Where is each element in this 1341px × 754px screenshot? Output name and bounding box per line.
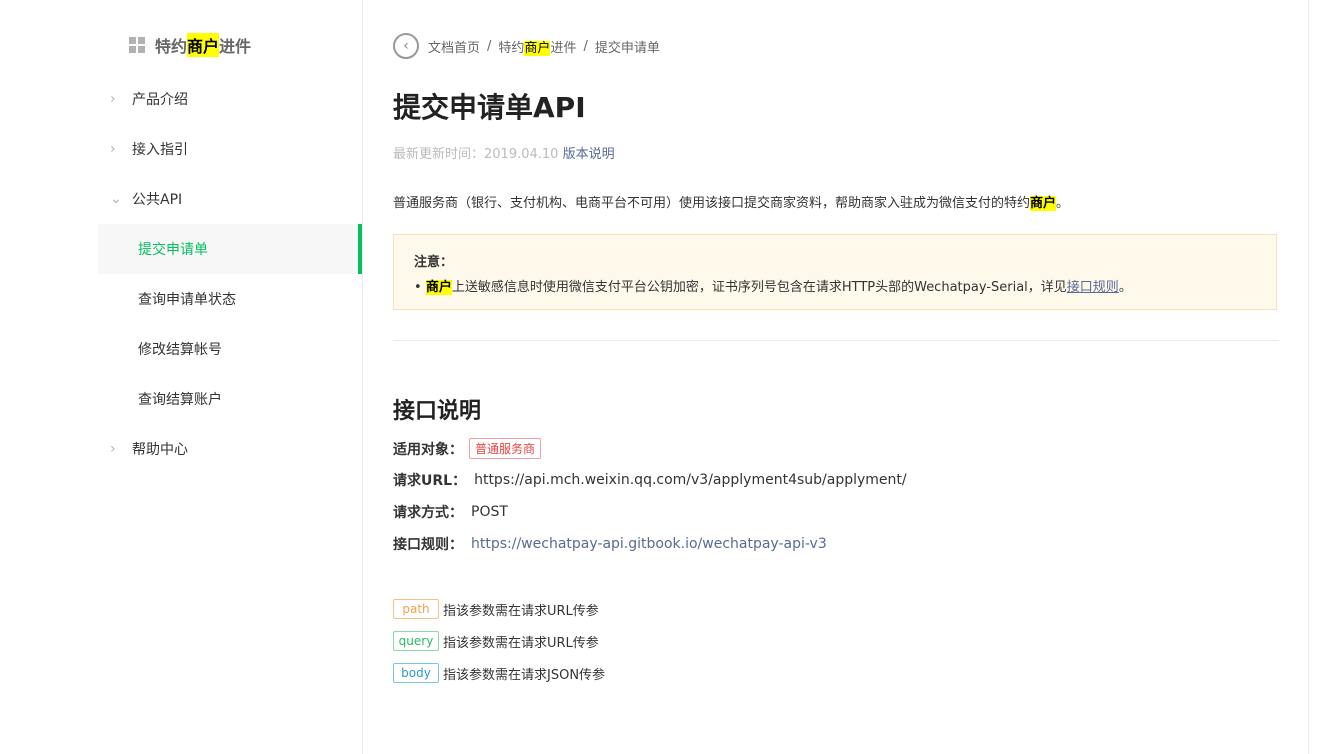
notice-end: 。 <box>1118 280 1132 295</box>
url-row: 请求URL： https://api.mch.weixin.qq.com/v3/… <box>393 470 907 490</box>
param-legend-path: path 指该参数需在请求URL传参 <box>393 599 599 619</box>
rules-label: 接口规则： <box>393 537 463 553</box>
body-tag: body <box>393 663 439 683</box>
param-legend-query: query 指该参数需在请求URL传参 <box>393 631 599 651</box>
sidebar-subitem-query-status[interactable]: 查询申请单状态 <box>98 274 362 324</box>
sidebar-subitem-label: 修改结算帐号 <box>138 342 222 358</box>
rules-row: 接口规则： https://wechatpay-api.gitbook.io/w… <box>393 534 827 554</box>
notice-title: 注意： <box>414 255 454 270</box>
intro-pre: 普通服务商（银行、支付机构、电商平台不可用）使用该接口提交商家资料，帮助商家入驻… <box>393 196 1031 211</box>
brand-pre: 特约 <box>155 37 188 56</box>
breadcrumb-separator: / <box>583 38 588 54</box>
sidebar-item-label: 产品介绍 <box>132 92 188 108</box>
sidebar-subitem-submit-application[interactable]: 提交申请单 <box>98 224 362 274</box>
intro-post: 。 <box>1056 196 1070 211</box>
target-label: 适用对象： <box>393 441 463 458</box>
request-method: POST <box>471 504 508 520</box>
sidebar-subitem-query-settlement[interactable]: 查询结算账户 <box>98 374 362 424</box>
sidebar-item-integration-guide[interactable]: › 接入指引 <box>98 124 362 174</box>
content-right-border <box>1308 0 1309 754</box>
sidebar-subitem-label: 查询申请单状态 <box>138 292 236 308</box>
chevron-right-icon: › <box>110 91 116 107</box>
param-desc: 指该参数需在请求URL传参 <box>443 635 599 651</box>
notice-box: 注意： • 商户上送敏感信息时使用微信支付平台公钥加密，证书序列号包含在请求HT… <box>393 234 1277 310</box>
breadcrumb-section-pre: 特约 <box>498 40 525 56</box>
sidebar-item-label: 公共API <box>132 192 183 208</box>
rules-link[interactable]: https://wechatpay-api.gitbook.io/wechatp… <box>471 536 827 552</box>
back-icon[interactable]: ‹ <box>393 33 419 59</box>
sidebar-item-product-intro[interactable]: › 产品介绍 <box>98 74 362 124</box>
intro-text: 普通服务商（银行、支付机构、电商平台不可用）使用该接口提交商家资料，帮助商家入驻… <box>393 192 1069 211</box>
request-url: https://api.mch.weixin.qq.com/v3/applyme… <box>474 472 907 488</box>
breadcrumb-separator: / <box>487 38 492 54</box>
chevron-right-icon: › <box>110 441 116 457</box>
page-title: 提交申请单API <box>393 91 586 124</box>
sidebar-subitem-label: 查询结算账户 <box>138 392 222 408</box>
update-time: 最新更新时间：2019.04.10 <box>393 147 559 162</box>
query-tag: query <box>393 631 439 651</box>
method-row: 请求方式： POST <box>393 502 508 522</box>
path-tag: path <box>393 599 439 619</box>
brand-post: 进件 <box>219 37 252 56</box>
param-legend-body: body 指该参数需在请求JSON传参 <box>393 663 605 683</box>
method-label: 请求方式： <box>393 505 463 521</box>
intro-highlight: 商户 <box>1030 196 1057 211</box>
breadcrumb-section-post: 进件 <box>550 40 577 56</box>
chevron-right-icon: › <box>110 141 116 157</box>
breadcrumb-section[interactable]: 特约商户进件 <box>498 37 576 56</box>
sidebar-item-label: 接入指引 <box>132 142 188 158</box>
sidebar-item-label: 帮助中心 <box>132 442 188 458</box>
version-notes-link[interactable]: 版本说明 <box>563 147 615 162</box>
param-desc: 指该参数需在请求JSON传参 <box>443 667 606 683</box>
divider <box>393 340 1279 341</box>
api-rules-link[interactable]: 接口规则 <box>1067 280 1119 295</box>
notice-line: • 商户上送敏感信息时使用微信支付平台公钥加密，证书序列号包含在请求HTTP头部… <box>414 276 1256 295</box>
sidebar-subitem-modify-settlement[interactable]: 修改结算帐号 <box>98 324 362 374</box>
section-heading: 接口说明 <box>393 399 482 424</box>
notice-bullet: • <box>414 280 426 295</box>
chevron-down-icon: ⌄ <box>110 191 122 207</box>
grid-icon <box>129 37 145 53</box>
sidebar-item-help-center[interactable]: › 帮助中心 <box>98 424 362 474</box>
breadcrumb-current: 提交申请单 <box>594 40 660 56</box>
breadcrumb-home[interactable]: 文档首页 <box>428 37 480 56</box>
breadcrumb-section-highlight: 商户 <box>524 40 551 56</box>
sidebar-brand[interactable]: 特约 商户 进件 <box>129 33 251 57</box>
target-row: 适用对象： 普通服务商 <box>393 438 542 459</box>
update-info: 最新更新时间：2019.04.10 版本说明 <box>393 143 615 162</box>
sidebar: 特约 商户 进件 › 产品介绍 › 接入指引 ⌄ 公共API 提交申请单 查询申请单… <box>0 0 363 754</box>
param-desc: 指该参数需在请求URL传参 <box>443 603 599 619</box>
url-label: 请求URL： <box>393 473 467 489</box>
notice-text: 上送敏感信息时使用微信支付平台公钥加密，证书序列号包含在请求HTTP头部的Wec… <box>451 280 1067 295</box>
sidebar-subitem-label: 提交申请单 <box>138 242 208 258</box>
target-tag: 普通服务商 <box>469 438 542 459</box>
brand-highlight: 商户 <box>187 33 220 57</box>
breadcrumb: ‹ 文档首页 / 特约商户进件 / 提交申请单 <box>393 33 660 59</box>
notice-highlight: 商户 <box>425 280 452 295</box>
sidebar-item-public-api[interactable]: ⌄ 公共API <box>98 174 362 224</box>
